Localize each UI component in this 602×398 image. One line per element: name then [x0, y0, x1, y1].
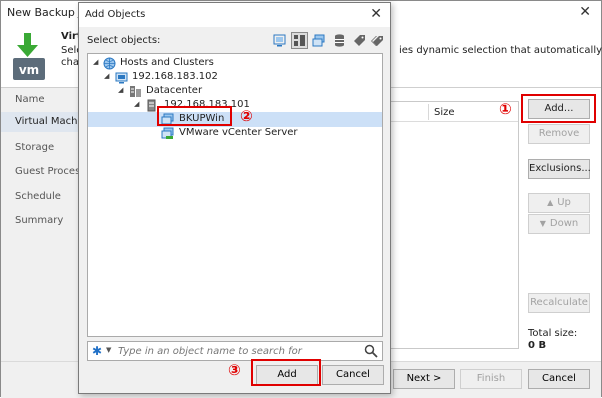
close-icon[interactable]: ✕ — [370, 6, 382, 22]
total-size-label: Total size: — [528, 328, 578, 339]
expanded-arrow-icon[interactable]: ◢ — [93, 58, 98, 66]
tree-label: 192.168.183.101 — [164, 99, 250, 110]
next-button[interactable]: Next > — [393, 369, 455, 389]
tree-item-esxi-host[interactable]: ◢ 192.168.183.101 — [88, 98, 382, 113]
arrow-down-icon: ▼ — [539, 219, 546, 228]
datastore-icon[interactable] — [331, 32, 348, 49]
finish-button[interactable]: Finish — [460, 369, 522, 389]
search-input[interactable] — [116, 343, 354, 359]
step-schedule[interactable]: Schedule — [15, 191, 61, 202]
dialog-titlebar: Add Objects ✕ — [79, 3, 390, 27]
arrow-up-icon: ▲ — [547, 198, 554, 207]
vm-list-table[interactable]: Size — [389, 101, 519, 349]
vm-icon — [161, 127, 174, 139]
tree-item-hosts-and-clusters[interactable]: ◢ Hosts and Clusters — [88, 56, 382, 71]
tags-icon[interactable] — [369, 32, 386, 49]
host-icon[interactable] — [271, 32, 288, 49]
globe-icon — [103, 57, 116, 70]
close-icon[interactable]: ✕ — [579, 4, 591, 20]
total-size-value: 0 B — [528, 340, 547, 351]
column-size[interactable]: Size — [434, 107, 455, 118]
annotation-marker-3: ③ — [228, 361, 241, 379]
vcenter-icon — [115, 72, 128, 84]
add-button[interactable]: Add... — [528, 99, 590, 119]
tag-icon[interactable] — [351, 32, 368, 49]
chevron-down-icon[interactable]: ▼ — [106, 346, 111, 354]
column-divider — [428, 104, 429, 120]
tree-label: Hosts and Clusters — [120, 57, 214, 68]
wizard-description-right: ies dynamic selection that automatically — [399, 45, 602, 56]
wizard-cancel-button[interactable]: Cancel — [528, 369, 590, 389]
annotation-marker-1: ① — [499, 100, 512, 118]
up-label: Up — [557, 197, 571, 208]
object-tree[interactable]: ◢ Hosts and Clusters ◢ 192.168.183.102 ◢… — [87, 53, 383, 337]
tree-item-vcenter[interactable]: ◢ 192.168.183.102 — [88, 70, 382, 85]
wizard-description-line2: cha — [61, 57, 79, 68]
vm-folder-icon[interactable] — [311, 32, 328, 49]
expanded-arrow-icon[interactable]: ◢ — [134, 100, 139, 108]
down-label: Down — [549, 218, 579, 229]
datacenter-icon — [130, 86, 141, 97]
search-icon[interactable] — [364, 344, 378, 358]
tree-label: Datacenter — [146, 85, 203, 96]
svg-text:vm: vm — [19, 63, 39, 77]
dialog-cancel-button[interactable]: Cancel — [322, 365, 384, 385]
tree-label: 192.168.183.102 — [132, 71, 218, 82]
tree-label: VMware vCenter Server — [179, 127, 298, 138]
select-objects-label: Select objects: — [87, 35, 161, 46]
view-toolbar — [269, 31, 387, 51]
dialog-title: Add Objects — [85, 9, 146, 20]
remove-button[interactable]: Remove — [528, 124, 590, 144]
dialog-add-button[interactable]: Add — [256, 365, 318, 385]
add-objects-dialog: Add Objects ✕ Select objects: ◢ Hosts an… — [78, 2, 391, 394]
tree-item-datacenter[interactable]: ◢ Datacenter — [88, 84, 382, 99]
expanded-arrow-icon[interactable]: ◢ — [118, 86, 123, 94]
step-virtual-machines[interactable]: Virtual Machin — [1, 112, 87, 132]
down-button[interactable]: ▼ Down — [528, 214, 590, 234]
tree-item-vmware-vcenter-server[interactable]: VMware vCenter Server — [88, 126, 382, 141]
step-name[interactable]: Name — [15, 94, 45, 105]
step-summary[interactable]: Summary — [15, 215, 63, 226]
annotation-marker-2: ② — [240, 107, 253, 125]
object-type-filter-icon[interactable]: ✱ — [92, 344, 102, 358]
vm-icon — [161, 113, 174, 125]
vm-backup-logo-icon: vm — [13, 33, 45, 80]
recalculate-button[interactable]: Recalculate — [528, 293, 590, 313]
server-icon — [147, 99, 156, 112]
search-box: ✱ ▼ — [87, 341, 383, 361]
cluster-view-icon[interactable] — [291, 32, 308, 49]
tree-item-bkupwin[interactable]: BKUPWin — [88, 112, 382, 127]
step-storage[interactable]: Storage — [15, 142, 54, 153]
exclusions-button[interactable]: Exclusions... — [528, 159, 591, 179]
tree-label: BKUPWin — [179, 113, 225, 124]
wizard-steps-sidebar: Name Virtual Machin Storage Guest Proces… — [1, 88, 88, 361]
up-button[interactable]: ▲ Up — [528, 193, 590, 213]
expanded-arrow-icon[interactable]: ◢ — [104, 72, 109, 80]
